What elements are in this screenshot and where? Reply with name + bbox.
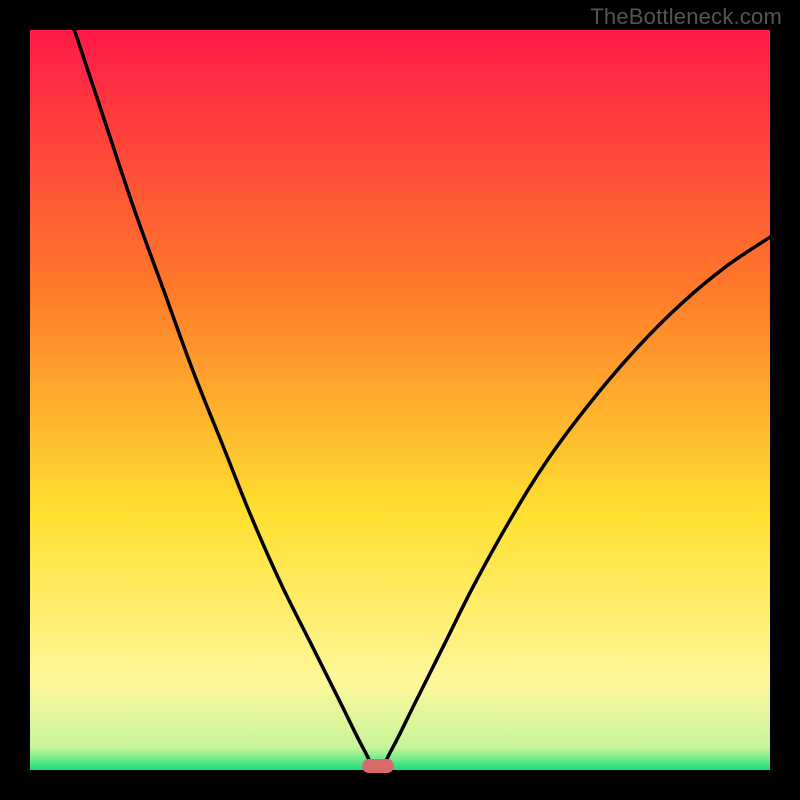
plot-area <box>30 30 770 770</box>
gradient-background <box>30 30 770 770</box>
chart-frame: TheBottleneck.com <box>0 0 800 800</box>
optimum-marker <box>362 759 394 773</box>
bottleneck-curve-plot <box>30 30 770 770</box>
source-watermark: TheBottleneck.com <box>590 4 782 30</box>
